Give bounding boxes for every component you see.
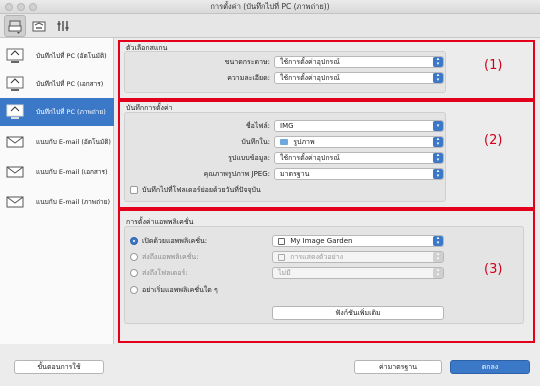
save-in-value: รูปภาพ: [293, 138, 315, 146]
tools-icon: [57, 21, 69, 31]
updown-arrow-icon: ▴ ▾: [433, 268, 443, 278]
email-icon: [4, 132, 26, 152]
file-name-label: ชื่อไฟล์:: [245, 122, 270, 130]
ok-button[interactable]: ตกลง: [450, 360, 530, 374]
paper-size-select[interactable]: ใช้การตั้งค่าอุปกรณ์ ▴ ▾: [274, 56, 444, 68]
scan-settings-icon: [8, 20, 22, 34]
jpeg-quality-select[interactable]: มาตรฐาน ▴ ▾: [274, 168, 444, 180]
section-marker-2: (2): [484, 133, 503, 148]
email-icon: [4, 192, 26, 212]
toolbar: [0, 14, 540, 38]
send-to-app-value: การแสดงตัวอย่าง: [290, 253, 344, 261]
resolution-value: ใช้การตั้งค่าอุปกรณ์: [280, 74, 340, 82]
general-settings-tab[interactable]: [28, 15, 50, 37]
updown-arrow-icon: ▴ ▾: [433, 153, 443, 163]
dropdown-arrow-icon: ▾: [433, 121, 443, 131]
email-icon: [4, 162, 26, 182]
window-title: การตั้งค่า (บันทึกไปที่ PC (ภาพถ่าย)): [210, 2, 330, 11]
send-to-app-radio[interactable]: [130, 253, 138, 261]
sidebar-item-label: บันทึกไปที่ PC (ภาพถ่าย): [36, 108, 106, 116]
jpeg-quality-value: มาตรฐาน: [280, 170, 310, 178]
open-with-app-value: My Image Garden: [290, 237, 353, 245]
save-to-pc-icon: [4, 74, 26, 94]
data-format-label: รูปแบบข้อมูล:: [228, 154, 270, 162]
sidebar-item-save-pc-auto[interactable]: บันทึกไปที่ PC (อัตโนมัติ): [0, 42, 114, 70]
sidebar: บันทึกไปที่ PC (อัตโนมัติ) บันทึกไปที่ P…: [0, 38, 114, 344]
send-to-folder-value: ไม่มี: [278, 269, 291, 277]
updown-arrow-icon: ▴ ▾: [433, 169, 443, 179]
data-format-select[interactable]: ใช้การตั้งค่าอุปกรณ์ ▴ ▾: [274, 152, 444, 164]
save-in-label: บันทึกใน:: [241, 138, 270, 146]
resolution-select[interactable]: ใช้การตั้งค่าอุปกรณ์ ▴ ▾: [274, 72, 444, 84]
sidebar-item-email-photo[interactable]: แนบกับ E-mail (ภาพถ่าย): [0, 188, 114, 216]
open-with-app-radio[interactable]: [130, 237, 138, 245]
instructions-button[interactable]: ขั้นตอนการใช้: [14, 360, 104, 374]
folder-icon: [280, 139, 288, 145]
sidebar-item-label: แนบกับ E-mail (ภาพถ่าย): [36, 198, 111, 206]
open-with-app-select[interactable]: My Image Garden ▴ ▾: [272, 235, 444, 247]
updown-arrow-icon: ▴ ▾: [433, 236, 443, 246]
sidebar-item-label: บันทึกไปที่ PC (เอกสาร): [36, 80, 104, 88]
send-to-app-label: ส่งถึงแอพพลิเคชั่น:: [142, 253, 199, 261]
save-to-pc-icon: [4, 46, 26, 66]
paper-size-value: ใช้การตั้งค่าอุปกรณ์: [280, 58, 340, 66]
send-to-app-select[interactable]: การแสดงตัวอย่าง ▴ ▾: [272, 251, 444, 263]
do-not-start-app-radio[interactable]: [130, 286, 138, 294]
minimize-window-button[interactable]: [17, 3, 25, 11]
send-to-folder-select[interactable]: ไม่มี ▴ ▾: [272, 267, 444, 279]
sidebar-item-save-pc-document[interactable]: บันทึกไปที่ PC (เอกสาร): [0, 70, 114, 98]
scan-options-title: ตัวเลือกสแกน: [126, 44, 168, 52]
subfolder-label: บันทึกไปที่โฟลเดอร์ย่อยด้วยวันที่ปัจจุบั…: [142, 186, 261, 194]
save-settings-title: บันทึกการตั้งค่า: [126, 104, 173, 112]
defaults-button[interactable]: ค่ามาตรฐาน: [354, 360, 442, 374]
updown-arrow-icon: ▴ ▾: [433, 73, 443, 83]
data-format-value: ใช้การตั้งค่าอุปกรณ์: [280, 154, 340, 162]
file-name-value: IMG: [280, 122, 294, 130]
more-functions-button[interactable]: ฟังก์ชันเพิ่มเติม: [272, 306, 444, 320]
preview-app-icon: [278, 253, 285, 261]
scan-settings-tab[interactable]: [4, 15, 26, 37]
sidebar-item-email-document[interactable]: แนบกับ E-mail (เอกสาร): [0, 158, 114, 186]
sidebar-item-email-auto[interactable]: แนบกับ E-mail (อัตโนมัติ): [0, 128, 114, 156]
jpeg-quality-label: คุณภาพรูปภาพ JPEG:: [203, 170, 270, 178]
paper-size-label: ขนาดกระดาษ:: [224, 58, 270, 66]
send-to-folder-label: ส่งถึงโฟลเดอร์:: [142, 269, 188, 277]
window-titlebar: การตั้งค่า (บันทึกไปที่ PC (ภาพถ่าย)): [0, 0, 540, 14]
sidebar-item-label: บันทึกไปที่ PC (อัตโนมัติ): [36, 52, 107, 60]
save-to-pc-icon: [4, 102, 26, 122]
settings-panel: ตัวเลือกสแกน ขนาดกระดาษ: ใช้การตั้งค่าอุ…: [114, 38, 540, 344]
section-marker-1: (1): [484, 58, 503, 73]
general-settings-icon: [32, 21, 46, 32]
section-marker-3: (3): [484, 262, 503, 277]
sidebar-item-label: แนบกับ E-mail (เอกสาร): [36, 168, 108, 176]
tools-tab[interactable]: [52, 15, 74, 37]
zoom-window-button[interactable]: [29, 3, 37, 11]
app-settings-title: การตั้งค่าแอพพลิเคชั่น: [126, 218, 194, 226]
resolution-label: ความละเอียด:: [227, 74, 270, 82]
subfolder-checkbox[interactable]: [130, 186, 138, 194]
updown-arrow-icon: ▴ ▾: [433, 57, 443, 67]
image-garden-icon: [278, 237, 285, 245]
open-with-app-label: เปิดด้วยแอพพลิเคชั่น:: [142, 237, 208, 245]
file-name-select[interactable]: IMG ▾: [274, 120, 444, 132]
save-in-select[interactable]: รูปภาพ ▴ ▾: [274, 136, 444, 148]
sidebar-item-label: แนบกับ E-mail (อัตโนมัติ): [36, 138, 111, 146]
updown-arrow-icon: ▴ ▾: [433, 137, 443, 147]
close-window-button[interactable]: [5, 3, 13, 11]
do-not-start-app-label: อย่าเริ่มแอพพลิเคชั่นใด ๆ: [142, 286, 218, 294]
sidebar-item-save-pc-photo[interactable]: บันทึกไปที่ PC (ภาพถ่าย): [0, 98, 114, 126]
send-to-folder-radio[interactable]: [130, 269, 138, 277]
updown-arrow-icon: ▴ ▾: [433, 252, 443, 262]
